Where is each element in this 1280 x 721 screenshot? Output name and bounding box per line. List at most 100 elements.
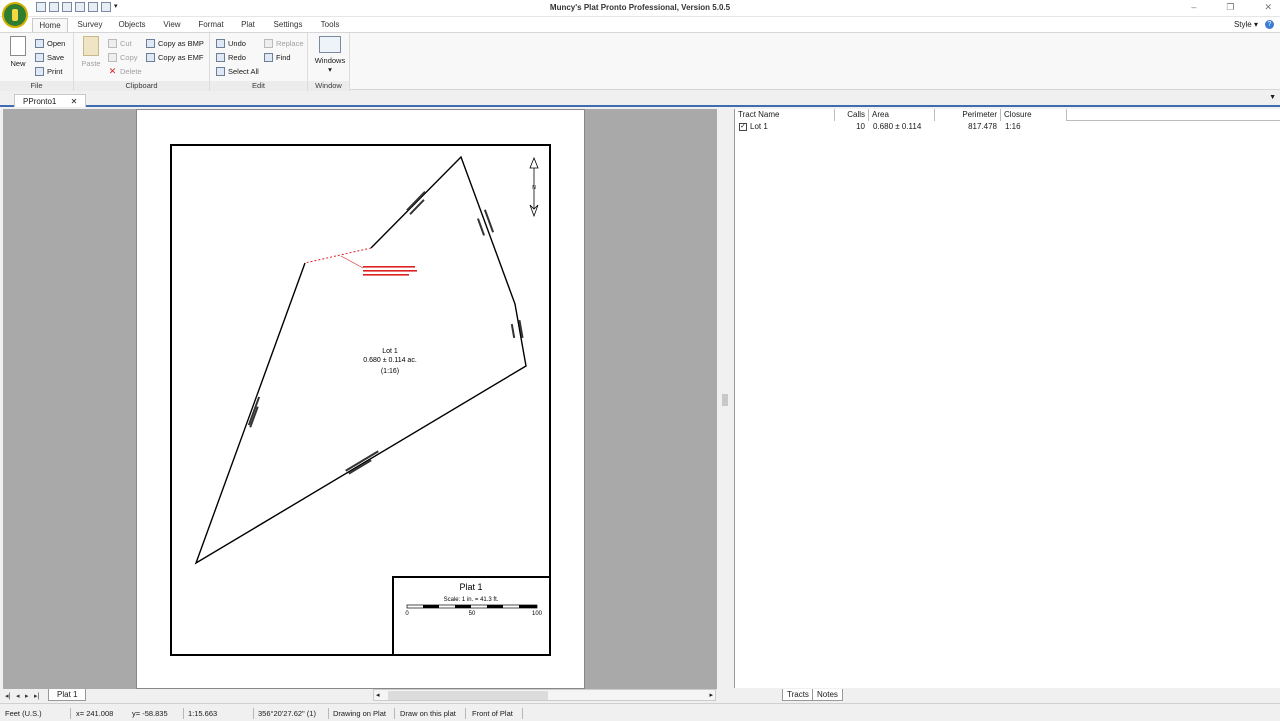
find-button[interactable]: Find: [264, 51, 291, 63]
select-all-button[interactable]: Select All: [216, 65, 259, 77]
tab-view[interactable]: View: [156, 18, 188, 32]
status-draw-target: Draw on this plat: [400, 709, 456, 718]
windows-dropdown-icon: ▾: [328, 65, 332, 74]
cut-button[interactable]: Cut: [108, 37, 132, 49]
new-button[interactable]: New: [5, 36, 31, 68]
splitter-grip-icon[interactable]: [722, 394, 728, 406]
close-icon[interactable]: ✕: [1264, 2, 1272, 13]
tab-settings[interactable]: Settings: [266, 18, 310, 32]
lot-closure-label: (1:16): [381, 368, 399, 375]
plat-scale-text: Scale: 1 in. = 41.3 ft.: [444, 597, 499, 603]
find-icon: [264, 52, 273, 62]
tract-name: Lot 1: [750, 122, 768, 131]
undo-button[interactable]: Undo: [216, 37, 246, 49]
redo-icon: [216, 52, 225, 62]
save-icon: [35, 52, 44, 62]
tract-checkbox[interactable]: ✓: [739, 122, 747, 131]
redo-button[interactable]: Redo: [216, 51, 246, 63]
scroll-right-icon[interactable]: ▸: [709, 691, 713, 699]
clipboard-group: Paste Cut Copy ✕ Delete Copy as BMP Copy …: [74, 33, 210, 91]
edit-group: Undo Redo Select All Replace Find Edit: [210, 33, 308, 91]
status-bearing: 356°20'27.62" (1): [258, 709, 316, 718]
document-tab[interactable]: PPronto1 ✕: [14, 94, 87, 107]
lot-name-label[interactable]: Lot 1: [382, 348, 398, 355]
tab-tools[interactable]: Tools: [314, 18, 346, 32]
tab-survey[interactable]: Survey: [72, 18, 108, 32]
closure-error-line[interactable]: [304, 247, 372, 264]
cut-icon: [108, 38, 117, 48]
window-group-label: Window: [308, 81, 349, 91]
copy-emf-label: Copy as EMF: [158, 52, 204, 62]
help-icon[interactable]: ?: [1265, 20, 1274, 29]
copy-emf-icon: [146, 52, 155, 62]
col-calls[interactable]: Calls: [835, 109, 869, 121]
open-button[interactable]: Open: [35, 37, 65, 49]
copy-bmp-label: Copy as BMP: [158, 38, 204, 48]
next-sheet-icon[interactable]: ▸: [25, 692, 29, 700]
close-tab-icon[interactable]: ✕: [71, 97, 78, 106]
status-divider: [253, 708, 254, 719]
horizontal-scrollbar[interactable]: ◂ ▸: [373, 689, 716, 701]
cell-perimeter: 817.478: [968, 122, 997, 131]
scrollbar-thumb[interactable]: [388, 691, 548, 700]
drawing-canvas[interactable]: Lot 1 0.680 ± 0.114 ac. (1:16) N Plat 1 …: [3, 109, 717, 689]
closure-annotation: [363, 266, 417, 276]
col-tract-name[interactable]: Tract Name: [735, 109, 835, 121]
new-label: New: [10, 59, 26, 68]
maximize-icon[interactable]: ❐: [1226, 2, 1234, 13]
col-area[interactable]: Area: [869, 109, 935, 121]
prev-sheet-icon[interactable]: ◂: [16, 692, 20, 700]
plat-sheet[interactable]: Lot 1 0.680 ± 0.114 ac. (1:16) N Plat 1 …: [136, 109, 585, 689]
copy-as-emf-button[interactable]: Copy as EMF: [146, 51, 203, 63]
paste-button[interactable]: Paste: [78, 36, 104, 68]
scale-tick-0: 0: [405, 611, 409, 617]
windows-label: Windows: [314, 56, 346, 65]
save-label: Save: [47, 52, 65, 62]
north-arrow-icon[interactable]: N: [529, 156, 539, 218]
cell-closure: 1:16: [1005, 122, 1021, 131]
document-list-dropdown-icon[interactable]: ▼: [1269, 94, 1276, 101]
col-closure[interactable]: Closure: [1001, 109, 1067, 121]
first-sheet-icon[interactable]: ◂|: [5, 692, 10, 700]
scroll-left-icon[interactable]: ◂: [376, 691, 380, 699]
col-perimeter[interactable]: Perimeter: [935, 109, 1001, 121]
status-divider: [183, 708, 184, 719]
status-divider: [70, 708, 71, 719]
lot-boundary[interactable]: [194, 155, 527, 565]
tab-home[interactable]: Home: [32, 18, 68, 32]
sheet-tab-plat-1[interactable]: Plat 1: [48, 689, 87, 701]
cell-area: 0.680 ± 0.114: [873, 122, 922, 131]
delete-icon: ✕: [108, 65, 117, 76]
copy-button[interactable]: Copy: [108, 51, 138, 63]
style-menu[interactable]: Style ▾: [1234, 20, 1258, 29]
replace-button[interactable]: Replace: [264, 37, 304, 49]
table-row[interactable]: ✓ Lot 1 10 0.680 ± 0.114 817.478 1:16: [735, 121, 1280, 133]
grid-header: Tract Name Calls Area Perimeter Closure: [735, 109, 1280, 121]
file-group-label: File: [0, 81, 73, 91]
app-logo-icon[interactable]: [2, 2, 28, 28]
tab-tracts[interactable]: Tracts: [782, 689, 814, 701]
tab-objects[interactable]: Objects: [112, 18, 152, 32]
minimize-icon[interactable]: –: [1191, 2, 1196, 13]
pane-splitter[interactable]: [718, 109, 732, 703]
window-controls: – ❐ ✕: [1191, 2, 1272, 13]
plat-title[interactable]: Plat 1: [459, 582, 482, 592]
tab-format[interactable]: Format: [192, 18, 230, 32]
lot-area-label: 0.680 ± 0.114 ac.: [363, 357, 417, 364]
tab-plat[interactable]: Plat: [234, 18, 262, 32]
save-button[interactable]: Save: [35, 51, 64, 63]
copy-as-bmp-button[interactable]: Copy as BMP: [146, 37, 204, 49]
plat-drawing[interactable]: Lot 1 0.680 ± 0.114 ac. (1:16) N Plat 1 …: [137, 110, 586, 689]
status-divider: [328, 708, 329, 719]
document-tab-strip: PPronto1 ✕ ▼: [0, 92, 1280, 107]
last-sheet-icon[interactable]: ▸|: [34, 692, 39, 700]
print-button[interactable]: Print: [35, 65, 62, 77]
windows-button[interactable]: Windows ▾: [312, 36, 348, 74]
open-folder-icon: [35, 38, 44, 48]
new-document-icon: [10, 36, 26, 56]
delete-button[interactable]: ✕ Delete: [108, 65, 142, 77]
windows-icon: [319, 36, 341, 53]
print-icon: [35, 66, 44, 76]
paste-icon: [83, 36, 99, 56]
tab-notes[interactable]: Notes: [812, 689, 843, 701]
